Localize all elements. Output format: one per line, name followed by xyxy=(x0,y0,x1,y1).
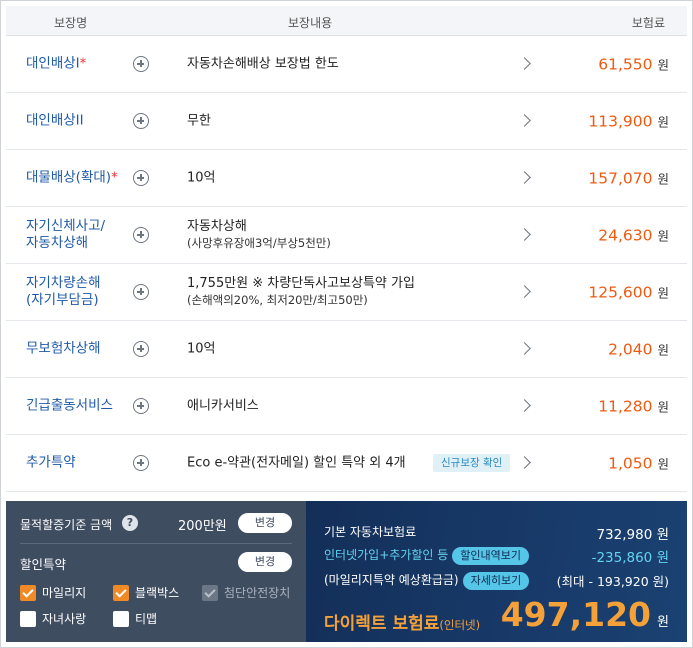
checkbox-label: 마일리지 xyxy=(42,586,87,600)
base-premium-value: 732,980 원 xyxy=(596,527,669,543)
coverage-premium: 125,600 원 xyxy=(588,283,669,302)
change-property-button[interactable]: 변경 xyxy=(238,513,292,533)
coverage-premium: 1,050 원 xyxy=(608,454,669,473)
coverage-premium: 2,040 원 xyxy=(608,340,669,359)
discount-options-panel: 물적할증기준 금액 ? 200만원 변경 할인특약 변경 마일리지 블랙박스 첨… xyxy=(6,501,306,642)
mileage-value: (최대 - 193,920 원) xyxy=(556,574,669,589)
plus-circle-icon[interactable] xyxy=(133,113,149,129)
checkbox-label: 자녀사랑 xyxy=(42,612,87,626)
mileage-label: (마일리지특약 예상환급금) xyxy=(324,573,459,587)
base-premium-label: 기본 자동차보험료 xyxy=(324,525,417,539)
final-premium-value: 497,120 원 xyxy=(500,595,669,634)
chevron-right-icon[interactable] xyxy=(518,57,531,70)
coverage-desc: Eco e-약관(전자메일) 할인 특약 외 4개 xyxy=(187,455,406,471)
chevron-right-icon[interactable] xyxy=(518,171,531,184)
table-row[interactable]: 대물배상(확대)* 10억 157,070 원 xyxy=(6,150,687,207)
checkbox-label: 티맵 xyxy=(135,612,158,626)
checkbox-checked-icon[interactable] xyxy=(113,585,129,601)
table-row[interactable]: 대인배상II 무한 113,900 원 xyxy=(6,93,687,150)
chevron-right-icon[interactable] xyxy=(518,399,531,412)
change-discount-button[interactable]: 변경 xyxy=(238,552,292,572)
plus-circle-icon[interactable] xyxy=(133,227,149,243)
checkbox-disabled-icon xyxy=(202,585,218,601)
table-row[interactable]: 자기차량손해 (자기부담금) 1,755만원 ※ 차량단독사고보상특약 가입 (손해… xyxy=(6,264,687,321)
base-premium-row: 기본 자동차보험료 732,980 원 xyxy=(324,523,669,543)
plus-circle-icon[interactable] xyxy=(133,56,149,72)
help-icon[interactable]: ? xyxy=(122,515,138,531)
coverage-premium: 61,550 원 xyxy=(598,55,669,74)
property-threshold-label: 물적할증기준 금액 xyxy=(20,518,113,532)
table-row[interactable]: 무보험차상해 10억 2,040 원 xyxy=(6,321,687,378)
coverage-premium: 157,070 원 xyxy=(588,169,669,188)
discount-value: -235,860 원 xyxy=(591,550,669,566)
header-premium: 보험료 xyxy=(631,16,665,30)
divider xyxy=(20,543,292,544)
table-row[interactable]: 긴급출동서비스 애니카서비스 11,280 원 xyxy=(6,378,687,435)
coverage-desc: 무한 xyxy=(187,113,211,129)
chevron-right-icon[interactable] xyxy=(518,285,531,298)
checkbox-empty-icon[interactable] xyxy=(20,611,36,627)
table-header: 보장명 보장내용 보험료 xyxy=(6,6,687,36)
header-coverage-name: 보장명 xyxy=(54,16,88,30)
chevron-right-icon[interactable] xyxy=(518,228,531,241)
checkbox-label: 블랙박스 xyxy=(135,586,180,600)
coverage-table: 대인배상I* 자동차손해배상 보장법 한도 61,550 원대인배상II 무한 113,9… xyxy=(6,36,687,492)
discount-row: 인터넷가입+추가할인 등 할인내역보기 -235,860 원 xyxy=(324,546,669,566)
checkbox-empty-icon[interactable] xyxy=(113,611,129,627)
chevron-right-icon[interactable] xyxy=(518,114,531,127)
mileage-row: (마일리지특약 예상환급금) 자세히보기 (최대 - 193,920 원) xyxy=(324,571,669,590)
property-threshold-value: 200만원 xyxy=(178,519,227,534)
coverage-name[interactable]: 추가특약 xyxy=(26,455,76,472)
plus-circle-icon[interactable] xyxy=(133,341,149,357)
coverage-premium: 24,630 원 xyxy=(598,226,669,245)
coverage-desc: 10억 xyxy=(187,341,216,357)
table-row[interactable]: 추가특약 Eco e-약관(전자메일) 할인 특약 외 4개 신규보장 확인 1,05… xyxy=(6,435,687,492)
plus-circle-icon[interactable] xyxy=(133,398,149,414)
coverage-name[interactable]: 대물배상(확대)* xyxy=(26,170,118,187)
header-coverage-desc: 보장내용 xyxy=(288,16,333,30)
checkbox-label: 첨단안전장치 xyxy=(224,586,291,600)
coverage-name[interactable]: 긴급출동서비스 xyxy=(26,398,113,415)
plus-circle-icon[interactable] xyxy=(133,455,149,471)
chevron-right-icon[interactable] xyxy=(518,342,531,355)
premium-summary-panel: 기본 자동차보험료 732,980 원 인터넷가입+추가할인 등 할인내역보기 -… xyxy=(306,501,687,642)
plus-circle-icon[interactable] xyxy=(133,284,149,300)
coverage-name[interactable]: 무보험차상해 xyxy=(26,341,101,358)
coverage-premium: 113,900 원 xyxy=(588,112,669,131)
coverage-desc: 자동차상해 (사망후유장애3억/부상5천만) xyxy=(187,219,331,250)
discount-rider-label: 할인특약 xyxy=(20,557,67,572)
coverage-desc: 애니카서비스 xyxy=(187,398,259,414)
coverage-desc: 자동차손해배상 보장법 한도 xyxy=(187,56,339,72)
coverage-name[interactable]: 자기신체사고/ 자동차상해 xyxy=(26,218,105,252)
coverage-name[interactable]: 자기차량손해 (자기부담금) xyxy=(26,275,101,309)
discount-detail-button[interactable]: 할인내역보기 xyxy=(452,546,530,565)
coverage-name[interactable]: 대인배상I* xyxy=(26,56,86,73)
plus-circle-icon[interactable] xyxy=(133,170,149,186)
table-row[interactable]: 대인배상I* 자동차손해배상 보장법 한도 61,550 원 xyxy=(6,36,687,93)
coverage-premium: 11,280 원 xyxy=(598,397,669,416)
final-premium-label: 다이렉트 보험료(인터넷) xyxy=(324,614,481,634)
coverage-name[interactable]: 대인배상II xyxy=(26,113,84,130)
coverage-desc: 10억 xyxy=(187,170,216,186)
discount-label: 인터넷가입+추가할인 등 xyxy=(324,548,449,562)
summary-panel: 물적할증기준 금액 ? 200만원 변경 할인특약 변경 마일리지 블랙박스 첨… xyxy=(6,501,687,642)
table-row[interactable]: 자기신체사고/ 자동차상해 자동차상해 (사망후유장애3억/부상5천만) 24,630… xyxy=(6,207,687,264)
new-coverage-tag[interactable]: 신규보장 확인 xyxy=(433,454,511,472)
mileage-detail-button[interactable]: 자세히보기 xyxy=(462,571,530,590)
checkbox-checked-icon[interactable] xyxy=(20,585,36,601)
chevron-right-icon[interactable] xyxy=(518,456,531,469)
coverage-desc: 1,755만원 ※ 차량단독사고보상특약 가입 (손해액의20%, 최저20만/최… xyxy=(187,276,415,307)
